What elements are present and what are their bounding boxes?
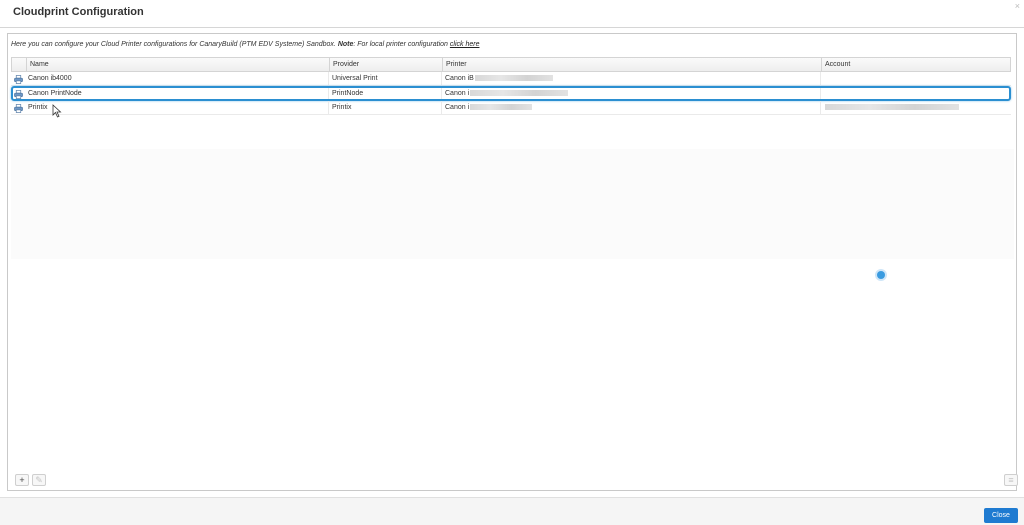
intro-text-before: Here you can configure your Cloud Printe… xyxy=(11,41,338,48)
header-printer[interactable]: Printer xyxy=(442,58,821,71)
close-button[interactable]: Close xyxy=(984,508,1018,523)
header-provider[interactable]: Provider xyxy=(329,58,442,71)
loading-indicator xyxy=(877,271,885,279)
printer-icon xyxy=(14,104,23,113)
redacted-block xyxy=(470,90,569,97)
redacted-block xyxy=(474,75,553,82)
header-name[interactable]: Name xyxy=(26,58,329,71)
cell-printer: Canon i xyxy=(441,101,820,115)
redacted-block xyxy=(470,104,533,111)
redacted-block xyxy=(825,104,959,111)
add-icon[interactable]: + xyxy=(15,474,29,486)
cell-printer: Canon iB xyxy=(441,72,820,86)
intro-text-after: : For local printer configuration xyxy=(353,41,450,48)
cloudprint-dialog: Cloudprint Configuration × Here you can … xyxy=(0,0,1024,525)
cell-provider: Universal Print xyxy=(328,72,441,86)
cell-printer-text: Canon iB xyxy=(445,75,474,82)
content-panel: Here you can configure your Cloud Printe… xyxy=(7,33,1018,491)
mouse-cursor-icon xyxy=(52,104,62,118)
cell-provider: PrintNode xyxy=(328,88,441,99)
edit-icon[interactable]: ✎ xyxy=(32,474,46,486)
cell-provider: Printix xyxy=(328,101,441,115)
cell-printer-text: Canon i xyxy=(445,104,470,111)
cell-name: Canon ib4000 xyxy=(28,75,72,82)
printer-icon xyxy=(14,75,23,84)
printer-grid: Name Provider Printer Account Canon ib40… xyxy=(11,57,1011,115)
menu-icon[interactable]: ≡ xyxy=(1004,474,1018,486)
cell-printer-text: Canon i xyxy=(445,90,470,97)
intro-text: Here you can configure your Cloud Printe… xyxy=(11,41,479,48)
dialog-footer xyxy=(0,497,1024,525)
close-icon[interactable]: × xyxy=(1015,1,1020,11)
empty-grid-area xyxy=(11,149,1014,259)
cell-printer: Canon i xyxy=(441,88,820,99)
cell-account xyxy=(820,101,1009,115)
cell-account xyxy=(820,72,1009,86)
cell-name: Canon PrintNode xyxy=(28,90,82,97)
dialog-title: Cloudprint Configuration xyxy=(13,6,144,18)
header-account[interactable]: Account xyxy=(821,58,1010,71)
table-row-selected[interactable]: Canon PrintNode PrintNode Canon i xyxy=(11,86,1011,101)
intro-note-label: Note xyxy=(337,41,354,48)
local-printer-link[interactable]: click here xyxy=(450,41,480,48)
cell-name: Printix xyxy=(28,104,48,111)
cell-account xyxy=(820,88,1009,99)
header-icon-column xyxy=(12,58,26,71)
table-row[interactable]: Canon ib4000 Universal Print Canon iB xyxy=(11,72,1011,86)
printer-icon xyxy=(14,90,23,99)
table-row[interactable]: Printix Printix Canon i xyxy=(11,101,1011,115)
dialog-header: Cloudprint Configuration × xyxy=(0,0,1024,28)
grid-header: Name Provider Printer Account xyxy=(11,57,1011,72)
